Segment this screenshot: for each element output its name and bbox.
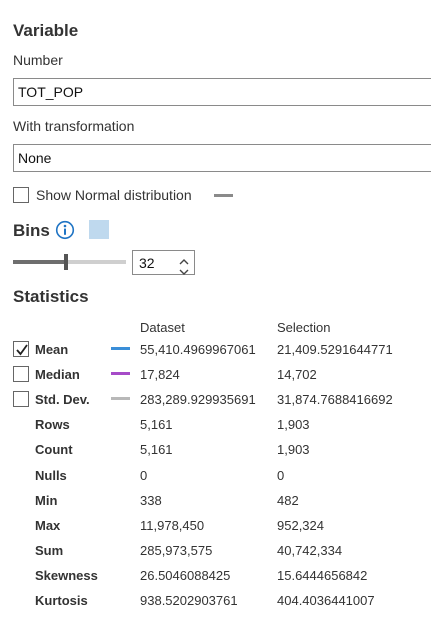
stat-selection-value: 21,409.5291644771 xyxy=(277,342,393,357)
stat-dataset-value: 338 xyxy=(140,493,162,508)
stat-selection-value: 0 xyxy=(277,468,285,483)
stat-name: Mean xyxy=(35,342,69,357)
stat-name: Nulls xyxy=(35,468,67,483)
number-field-label: Number xyxy=(13,52,63,68)
stat-dataset-value: 26.5046088425 xyxy=(140,568,231,583)
bins-slider[interactable] xyxy=(13,254,126,270)
std-dev-legend-line xyxy=(111,397,130,400)
mean-checkbox[interactable] xyxy=(13,341,29,357)
bins-value: 32 xyxy=(139,255,155,271)
stat-selection-value: 1,903 xyxy=(277,442,310,457)
stat-selection-value: 31,874.7688416692 xyxy=(277,392,393,407)
stat-name: Min xyxy=(35,493,58,508)
stat-dataset-value: 0 xyxy=(140,468,148,483)
stat-name: Count xyxy=(35,442,73,457)
number-field-dropdown[interactable]: TOT_POP xyxy=(13,78,431,106)
mean-legend-line xyxy=(111,347,130,350)
slider-thumb[interactable] xyxy=(64,254,68,270)
stat-dataset-value: 283,289.929935691 xyxy=(140,392,256,407)
normal-distribution-legend-line xyxy=(214,194,233,197)
stat-name: Max xyxy=(35,518,61,533)
stat-dataset-value: 5,161 xyxy=(140,417,173,432)
stat-name: Median xyxy=(35,367,80,382)
transformation-dropdown[interactable]: None xyxy=(13,144,431,172)
stat-dataset-value: 5,161 xyxy=(140,442,173,457)
std-dev-checkbox[interactable] xyxy=(13,391,29,407)
stat-dataset-value: 11,978,450 xyxy=(140,518,205,533)
bins-spinbox[interactable]: 32 xyxy=(132,250,195,275)
show-normal-label: Show Normal distribution xyxy=(36,187,192,203)
stat-dataset-value: 938.5202903761 xyxy=(140,593,238,608)
median-legend-line xyxy=(111,372,130,375)
stat-selection-value: 15.6444656842 xyxy=(277,568,368,583)
spin-down-icon[interactable] xyxy=(178,264,190,275)
stat-name: Sum xyxy=(35,543,64,558)
stat-selection-value: 40,742,334 xyxy=(277,543,343,558)
stat-selection-value: 1,903 xyxy=(277,417,310,432)
median-checkbox[interactable] xyxy=(13,366,29,382)
stat-dataset-value: 17,824 xyxy=(140,367,180,382)
stat-dataset-value: 285,973,575 xyxy=(140,543,213,558)
stat-name: Std. Dev. xyxy=(35,392,90,407)
stat-selection-value: 14,702 xyxy=(277,367,317,382)
column-header-selection: Selection xyxy=(277,320,331,335)
variable-section-title: Variable xyxy=(13,21,79,40)
show-normal-checkbox[interactable] xyxy=(13,187,29,203)
column-header-dataset: Dataset xyxy=(140,320,185,335)
bins-color-swatch[interactable] xyxy=(89,220,109,239)
transformation-label: With transformation xyxy=(13,118,135,134)
stat-selection-value: 482 xyxy=(277,493,299,508)
stat-name: Kurtosis xyxy=(35,593,88,608)
statistics-title: Statistics xyxy=(13,287,89,306)
stat-selection-value: 952,324 xyxy=(277,518,324,533)
stat-dataset-value: 55,410.4969967061 xyxy=(140,342,256,357)
slider-fill xyxy=(13,260,66,264)
stat-name: Skewness xyxy=(35,568,98,583)
info-icon[interactable] xyxy=(55,220,75,240)
spin-up-icon[interactable] xyxy=(178,253,190,265)
stat-name: Rows xyxy=(35,417,70,432)
bins-title: Bins xyxy=(13,221,50,240)
stat-selection-value: 404.4036441007 xyxy=(277,593,375,608)
